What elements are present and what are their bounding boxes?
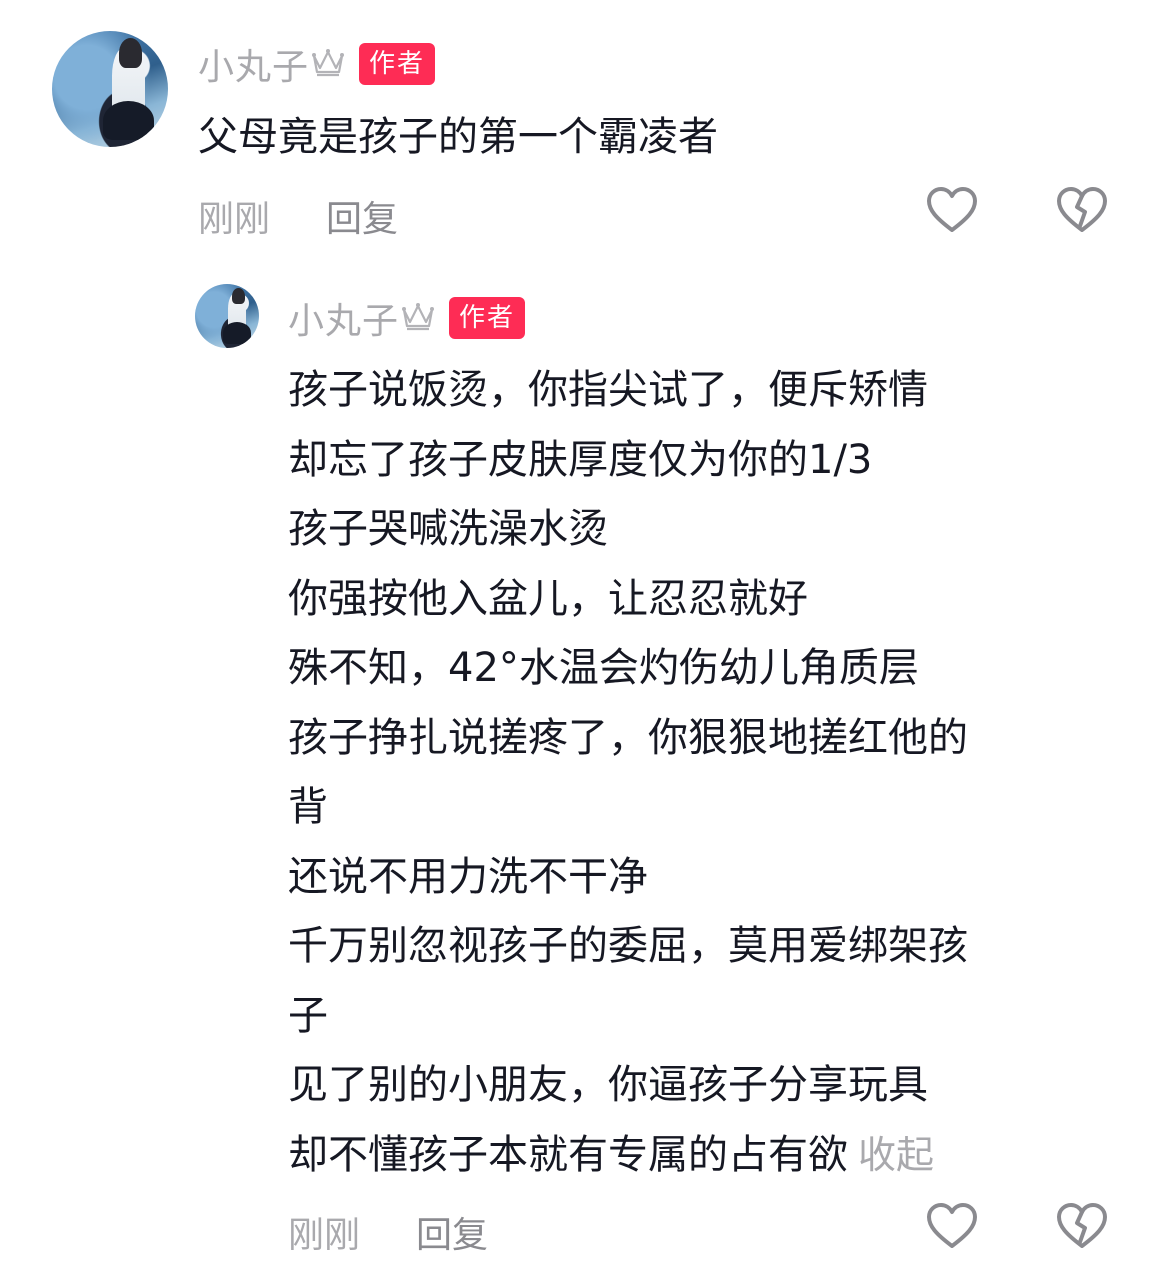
reply-avatar[interactable] xyxy=(195,284,259,348)
reply-line: 见了别的小朋友，你逼孩子分享玩具 xyxy=(288,1062,928,1108)
reply-line: 孩子哭喊洗澡水烫 xyxy=(288,506,608,552)
dislike-broken-heart-icon[interactable] xyxy=(1056,1202,1108,1254)
username[interactable]: 小丸子 xyxy=(198,38,309,90)
reply-meta: 刚刚 回复 xyxy=(288,1206,488,1258)
avatar-hair xyxy=(232,287,245,305)
crown-icon xyxy=(311,46,345,82)
comment-text: 父母竟是孩子的第一个霸凌者 xyxy=(198,114,718,160)
reply-text: 孩子说饭烫，你指尖试了，便斥矫情 却忘了孩子皮肤厚度仅为你的1/3 孩子哭喊洗澡… xyxy=(288,356,968,1190)
avatar-skirt xyxy=(223,322,252,345)
reply-line: 你强按他入盆儿，让忍忍就好 xyxy=(288,575,808,622)
reply-last-line: 却不懂孩子本就有专属的占有欲 收起 xyxy=(288,1121,968,1191)
collapse-button[interactable]: 收起 xyxy=(858,1133,934,1177)
reply-line: 子 xyxy=(288,992,328,1039)
reply-line: 孩子说饭烫，你指尖试了，便斥矫情 xyxy=(288,367,928,413)
crown-icon xyxy=(401,300,435,336)
reply-line: 背 xyxy=(288,784,328,830)
reply-username[interactable]: 小丸子 xyxy=(288,292,399,344)
avatar[interactable] xyxy=(52,31,168,147)
timestamp: 刚刚 xyxy=(288,1215,361,1256)
reply-button[interactable]: 回复 xyxy=(326,190,398,242)
reply-line: 千万别忽视孩子的委屈，莫用爱绑架孩 xyxy=(288,923,968,969)
reply-line: 孩子挣扎说搓疼了，你狠狠地搓红他的 xyxy=(288,714,968,761)
reply-line: 还说不用力洗不干净 xyxy=(288,853,648,900)
avatar-hair xyxy=(119,37,143,69)
reply-line: 却不懂孩子本就有专属的占有欲 xyxy=(288,1131,848,1178)
reply-header: 小丸子 作者 xyxy=(288,292,526,344)
like-heart-icon[interactable] xyxy=(926,186,978,238)
timestamp: 刚刚 xyxy=(198,199,271,240)
comment-header: 小丸子 作者 xyxy=(198,38,436,90)
reply-line: 却忘了孩子皮肤厚度仅为你的1/3 xyxy=(288,436,873,483)
author-badge: 作者 xyxy=(359,43,436,85)
reply-button[interactable]: 回复 xyxy=(416,1206,488,1258)
author-badge: 作者 xyxy=(449,297,526,339)
reply-line: 殊不知，42°水温会灼伤幼儿角质层 xyxy=(288,645,919,691)
like-heart-icon[interactable] xyxy=(926,1202,978,1254)
dislike-broken-heart-icon[interactable] xyxy=(1056,186,1108,238)
avatar-skirt xyxy=(103,100,155,141)
comment-meta: 刚刚 回复 xyxy=(198,190,398,242)
